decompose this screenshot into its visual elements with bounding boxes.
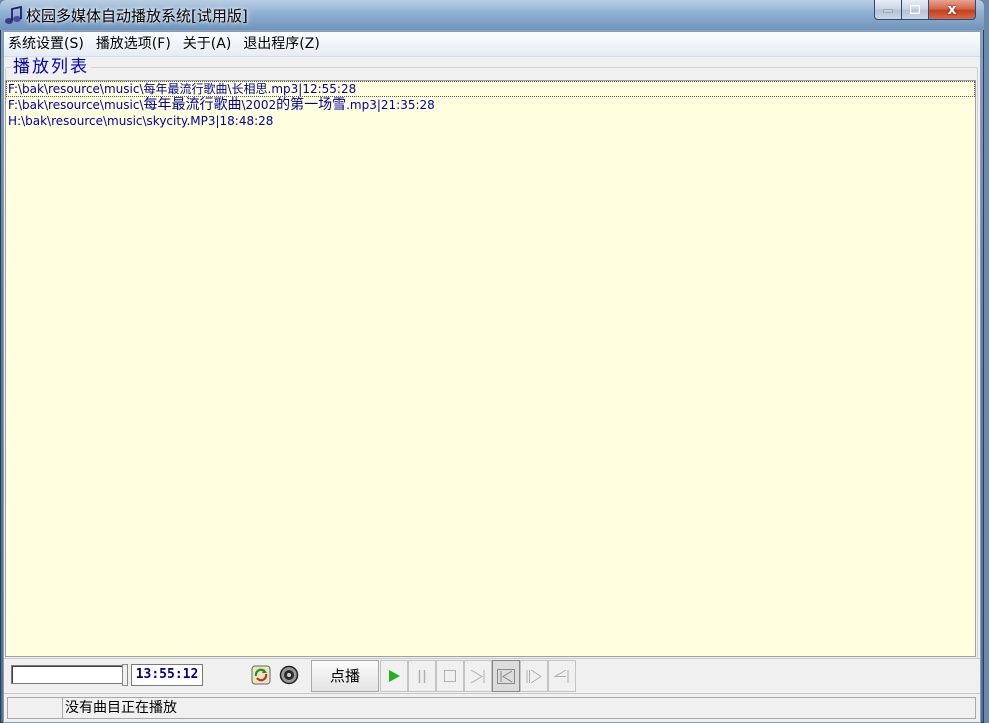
close-icon: x	[947, 1, 957, 18]
title-bar[interactable]: 校园多媒体自动播放系统[试用版] x	[0, 0, 984, 30]
request-play-button[interactable]: 点播	[311, 660, 379, 692]
menu-system-settings[interactable]: 系统设置(S)	[4, 32, 91, 56]
stop-icon	[444, 670, 456, 682]
playback-progress[interactable]	[11, 665, 123, 684]
menu-bar: 系统设置(S) 播放选项(F) 关于(A) 退出程序(Z)	[4, 32, 980, 57]
play-icon	[389, 670, 400, 682]
status-message: 没有曲目正在播放	[62, 697, 976, 719]
playlist-item-title: 每年最流行歌曲	[143, 97, 242, 113]
music-note-icon	[5, 6, 22, 24]
window-title: 校园多媒体自动播放系统[试用版]	[26, 7, 248, 25]
speaker-icon[interactable]	[279, 665, 299, 685]
status-pane-left	[7, 697, 63, 719]
status-bar: 没有曲目正在播放	[4, 693, 980, 722]
refresh-icon[interactable]	[251, 665, 271, 685]
menu-about[interactable]: 关于(A)	[178, 32, 239, 56]
stop-button[interactable]	[436, 660, 464, 692]
minimize-icon	[883, 9, 893, 12]
playlist-item-path: H:\bak\resource\music\skycity.MP3|18:48:…	[8, 114, 274, 128]
app-window: 校园多媒体自动播放系统[试用版] x 系统设置(S) 播放选项(F) 关于(A)…	[0, 0, 984, 723]
playlist-item[interactable]: F:\bak\resource\music\每年最流行歌曲\长相思.mp3|12…	[6, 81, 975, 97]
back-button[interactable]	[548, 660, 576, 692]
forward-icon	[526, 669, 542, 683]
playlist-item-time: .mp3|21:35:28	[346, 98, 435, 112]
playlist-group-title: 播放列表	[11, 57, 91, 77]
close-button[interactable]: x	[929, 0, 976, 20]
next-icon	[470, 669, 485, 683]
play-button[interactable]	[380, 660, 408, 692]
minimize-button[interactable]	[874, 0, 902, 20]
maximize-icon	[910, 5, 920, 14]
next-button[interactable]	[464, 660, 492, 692]
playlist-item-title-part: 的第一场雪	[276, 97, 347, 113]
player-toolbar: 13:55:12 点播	[4, 658, 980, 692]
caption-buttons: x	[874, 0, 976, 20]
progress-slider-thumb[interactable]	[122, 664, 128, 686]
playlist-item-title-part: \2002	[241, 98, 277, 112]
forward-button[interactable]	[520, 660, 548, 692]
playlist-listbox[interactable]: F:\bak\resource\music\每年最流行歌曲\长相思.mp3|12…	[5, 80, 976, 657]
playlist-item[interactable]: F:\bak\resource\music\每年最流行歌曲\2002的第一场雪.…	[6, 97, 975, 113]
playlist-item-time: .mp3|12:55:28	[267, 82, 357, 96]
client-area: 系统设置(S) 播放选项(F) 关于(A) 退出程序(Z) 播放列表 F:\ba…	[3, 31, 981, 723]
menu-play-options[interactable]: 播放选项(F)	[91, 32, 178, 56]
pause-button[interactable]	[408, 660, 436, 692]
clock-display: 13:55:12	[131, 664, 203, 686]
previous-icon	[497, 668, 515, 684]
pause-icon	[418, 669, 426, 683]
playlist-item-title: 每年最流行歌曲\长相思	[143, 82, 268, 96]
playlist-item-path: F:\bak\resource\music\	[8, 82, 144, 96]
previous-button[interactable]	[492, 660, 520, 692]
playlist-item-path: F:\bak\resource\music\	[8, 98, 144, 112]
maximize-button[interactable]	[902, 0, 929, 20]
back-icon	[554, 669, 569, 683]
menu-exit[interactable]: 退出程序(Z)	[238, 32, 327, 56]
playlist-item[interactable]: H:\bak\resource\music\skycity.MP3|18:48:…	[6, 113, 975, 129]
